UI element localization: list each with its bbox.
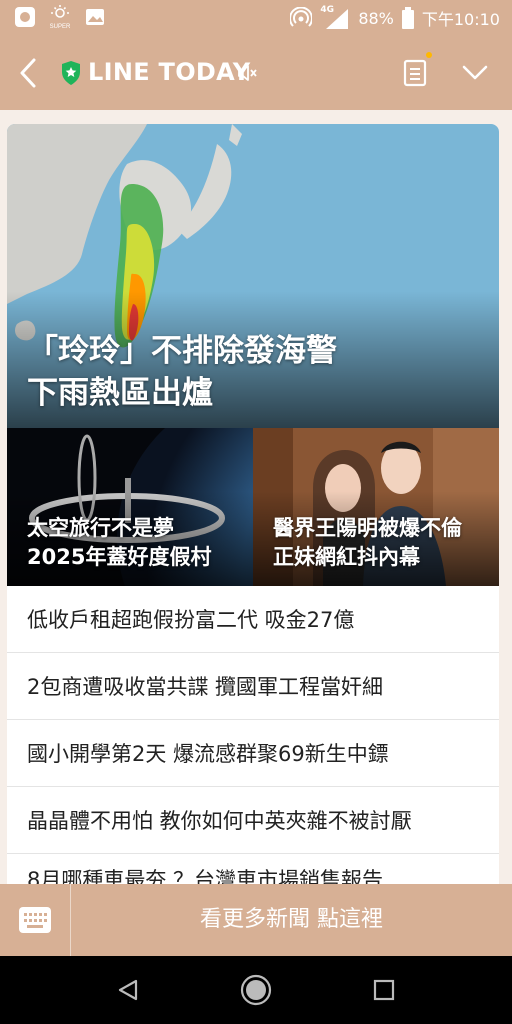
nav-back-icon[interactable]	[116, 978, 140, 1002]
nav-recents-icon[interactable]	[372, 978, 396, 1002]
back-arrow-icon[interactable]	[14, 54, 44, 92]
hero-headline-line2: 下雨熱區出爐	[27, 375, 213, 411]
clock: 下午10:10	[421, 10, 500, 29]
hotspot-icon	[290, 7, 313, 27]
tile-headline-line1: 醫界王陽明被爆不倫	[273, 516, 462, 540]
battery-icon	[401, 7, 414, 29]
signal-icon	[326, 9, 349, 29]
app-title: LINE TODAY	[88, 58, 251, 86]
tile-story-celebrity[interactable]: 醫界王陽明被爆不倫 正妹網紅抖內幕	[253, 428, 499, 586]
mute-icon[interactable]	[236, 62, 258, 84]
hero-story[interactable]: 「玲玲」不排除發海警 下雨熱區出爐	[7, 124, 499, 428]
headline-item[interactable]: 低收戶租超跑假扮富二代 吸金27億	[7, 586, 499, 653]
headline-item[interactable]: 2包商遭吸收當共諜 攬國軍工程當奸細	[7, 653, 499, 720]
hero-headline-line1: 「玲玲」不排除發海警	[27, 333, 337, 369]
status-bar: SUPER 4G 88% 下午10:10	[0, 0, 512, 36]
notification-dot	[426, 52, 432, 58]
chevron-down-icon[interactable]	[462, 62, 488, 82]
tile-headline-line2: 2025年蓋好度假村	[27, 545, 212, 569]
tile-headline: 太空旅行不是夢 2025年蓋好度假村	[27, 514, 211, 572]
app-header: LINE TODAY	[0, 36, 512, 110]
tile-story-space[interactable]: 太空旅行不是夢 2025年蓋好度假村	[7, 428, 253, 586]
headline-item[interactable]: 國小開學第2天 爆流感群聚69新生中鏢	[7, 720, 499, 787]
nav-home-icon[interactable]	[240, 974, 272, 1006]
keyboard-icon	[19, 907, 51, 933]
more-news-button[interactable]: 看更多新聞 點這裡	[71, 884, 512, 956]
tile-headline: 醫界王陽明被爆不倫 正妹網紅抖內幕	[273, 514, 462, 572]
news-card: 「玲玲」不排除發海警 下雨熱區出爐 太空旅行不是夢 2025年蓋好度假村 醫界王…	[7, 124, 499, 884]
keyboard-button[interactable]	[0, 884, 71, 956]
tile-headline-line1: 太空旅行不是夢	[27, 516, 174, 540]
tile-headline-line2: 正妹網紅抖內幕	[273, 545, 420, 569]
hero-headline: 「玲玲」不排除發海警 下雨熱區出爐	[27, 330, 337, 414]
system-nav-bar	[0, 956, 512, 1024]
document-icon[interactable]	[402, 58, 428, 88]
headline-item[interactable]: 晶晶體不用怕 教你如何中英夾雜不被討厭	[7, 787, 499, 854]
headline-list: 低收戶租超跑假扮富二代 吸金27億 2包商遭吸收當共諜 攬國軍工程當奸細 國小開…	[7, 586, 499, 884]
bottom-bar: 看更多新聞 點這裡	[0, 884, 512, 956]
headline-item[interactable]: 8月哪種車最夯 ？台灣車市場銷售報告	[7, 854, 499, 884]
battery-percent: 88%	[358, 8, 394, 28]
super-weather-icon: SUPER	[50, 5, 71, 30]
image-icon	[86, 9, 104, 25]
gallery-app-icon	[15, 7, 35, 27]
shield-icon	[62, 61, 80, 85]
svg-text:SUPER: SUPER	[50, 24, 71, 30]
